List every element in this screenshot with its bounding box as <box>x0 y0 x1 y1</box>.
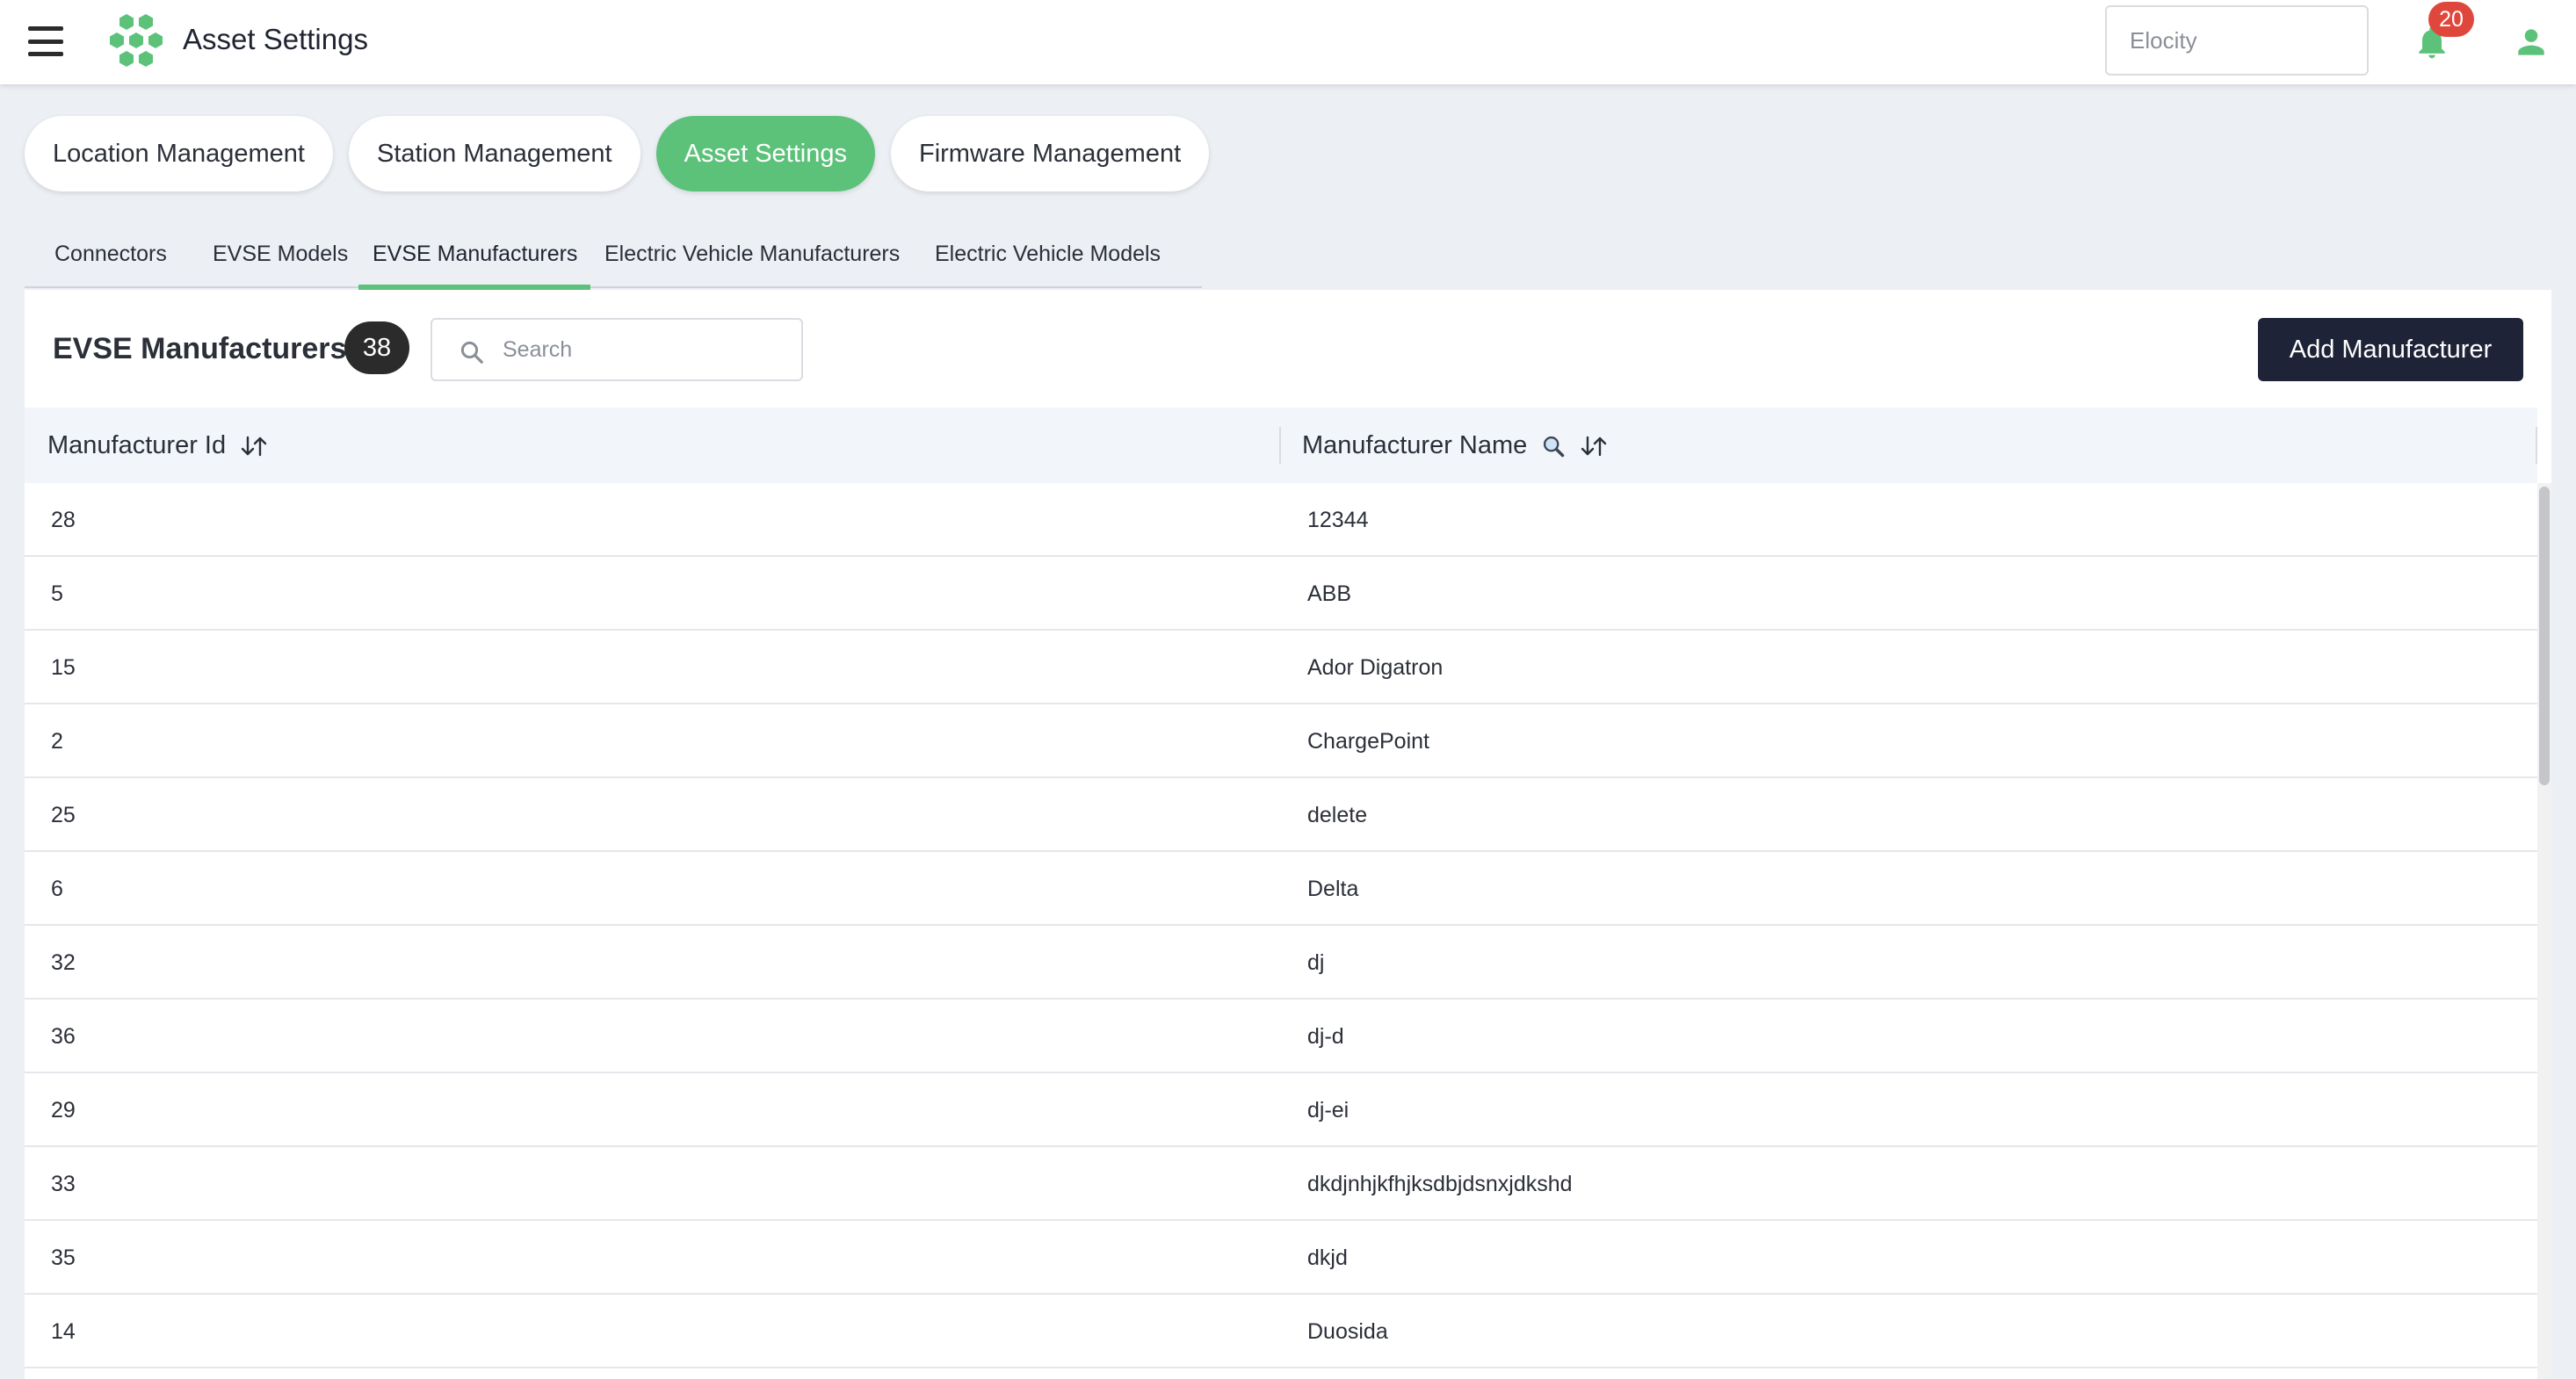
cell-name: dkjd <box>1307 1245 1348 1270</box>
cell-id: 28 <box>51 508 76 532</box>
user-icon[interactable] <box>2511 23 2551 61</box>
cell-id: 25 <box>51 803 76 827</box>
sub-tabs: Connectors EVSE Models EVSE Manufacturer… <box>25 227 1202 290</box>
table-row[interactable]: 28 12344 <box>25 483 2537 557</box>
manufacturers-card: EVSE Manufacturers 38 Add Manufacturer M… <box>25 290 2551 1379</box>
sort-icon[interactable] <box>1580 435 1608 458</box>
logo-icon <box>110 14 163 67</box>
table-row[interactable]: 2 ChargePoint <box>25 704 2537 778</box>
tab-asset-settings[interactable]: Asset Settings <box>655 116 875 191</box>
cell-name: ABB <box>1307 581 1352 606</box>
table-row[interactable]: 5 ABB <box>25 557 2537 631</box>
table-row[interactable]: 35 dkjd <box>25 1221 2537 1295</box>
notification-badge: 20 <box>2428 2 2474 37</box>
top-bar: Asset Settings Elocity 20 <box>0 0 2576 84</box>
table-row[interactable]: 33 dkdjnhjkfhjksdbjdsnxjdkshd <box>25 1147 2537 1221</box>
column-label: Manufacturer Id <box>47 431 227 459</box>
cell-id: 5 <box>51 581 63 606</box>
cell-name: dj-ei <box>1307 1098 1350 1123</box>
cell-id: 32 <box>51 950 76 975</box>
cell-name: Delta <box>1307 877 1359 901</box>
tab-station-management[interactable]: Station Management <box>348 116 640 191</box>
cell-name: delete <box>1307 803 1368 827</box>
organization-select[interactable]: Elocity <box>2105 5 2369 76</box>
add-manufacturer-button[interactable]: Add Manufacturer <box>2258 318 2523 381</box>
tab-location-management[interactable]: Location Management <box>25 116 333 191</box>
table-row[interactable]: 15 Ador Digatron <box>25 631 2537 704</box>
cell-id: 29 <box>51 1098 76 1123</box>
menu-icon[interactable] <box>28 26 63 56</box>
search-box[interactable] <box>431 318 803 381</box>
column-manufacturer-name[interactable]: Manufacturer Name <box>1281 408 2537 483</box>
cell-name: 12344 <box>1307 508 1369 532</box>
main-tabs: Location Management Station Management A… <box>25 116 1210 191</box>
table-header: Manufacturer Id Manufacturer Name <box>25 408 2537 483</box>
cell-id: 15 <box>51 655 76 680</box>
table-row[interactable]: 36 dj-d <box>25 1000 2537 1073</box>
cell-name: dkdjnhjkfhjksdbjdsnxjdkshd <box>1307 1172 1573 1196</box>
table-body: 28 12344 5 ABB 15 Ador Digatron 2 ChargePoin… <box>25 483 2537 1368</box>
tab-firmware-management[interactable]: Firmware Management <box>890 116 1210 191</box>
cell-id: 35 <box>51 1245 76 1270</box>
cell-name: dj-d <box>1307 1024 1344 1049</box>
count-badge: 38 <box>344 321 409 374</box>
cell-id: 14 <box>51 1319 76 1344</box>
table-row[interactable]: 32 dj <box>25 926 2537 1000</box>
cell-name: Ador Digatron <box>1307 655 1444 680</box>
table-row[interactable]: 14 Duosida <box>25 1295 2537 1368</box>
sort-icon[interactable] <box>240 435 268 458</box>
subtab-connectors[interactable]: Connectors <box>25 227 192 288</box>
table-scrollbar-thumb[interactable] <box>2539 487 2550 785</box>
table-row[interactable]: 6 Delta <box>25 852 2537 926</box>
cell-name: Duosida <box>1307 1319 1388 1344</box>
cell-id: 2 <box>51 729 63 754</box>
subtab-ev-models[interactable]: Electric Vehicle Models <box>921 227 1184 288</box>
filter-search-icon[interactable] <box>1541 434 1566 458</box>
subtab-ev-manufacturers[interactable]: Electric Vehicle Manufacturers <box>590 227 921 288</box>
column-label: Manufacturer Name <box>1302 431 1528 459</box>
card-title: EVSE Manufacturers <box>53 332 347 365</box>
search-input[interactable] <box>503 329 784 371</box>
subtab-evse-manufacturers[interactable]: EVSE Manufacturers <box>358 227 590 290</box>
cell-id: 36 <box>51 1024 76 1049</box>
cell-name: dj <box>1307 950 1325 975</box>
table-row[interactable]: 25 delete <box>25 778 2537 852</box>
cell-name: ChargePoint <box>1307 729 1429 754</box>
cell-id: 33 <box>51 1172 76 1196</box>
table-row[interactable]: 29 dj-ei <box>25 1073 2537 1147</box>
column-manufacturer-id[interactable]: Manufacturer Id <box>25 408 1281 483</box>
cell-id: 6 <box>51 877 63 901</box>
subtab-evse-models[interactable]: EVSE Models <box>192 227 358 288</box>
page-title: Asset Settings <box>183 23 368 55</box>
search-icon <box>460 341 483 364</box>
